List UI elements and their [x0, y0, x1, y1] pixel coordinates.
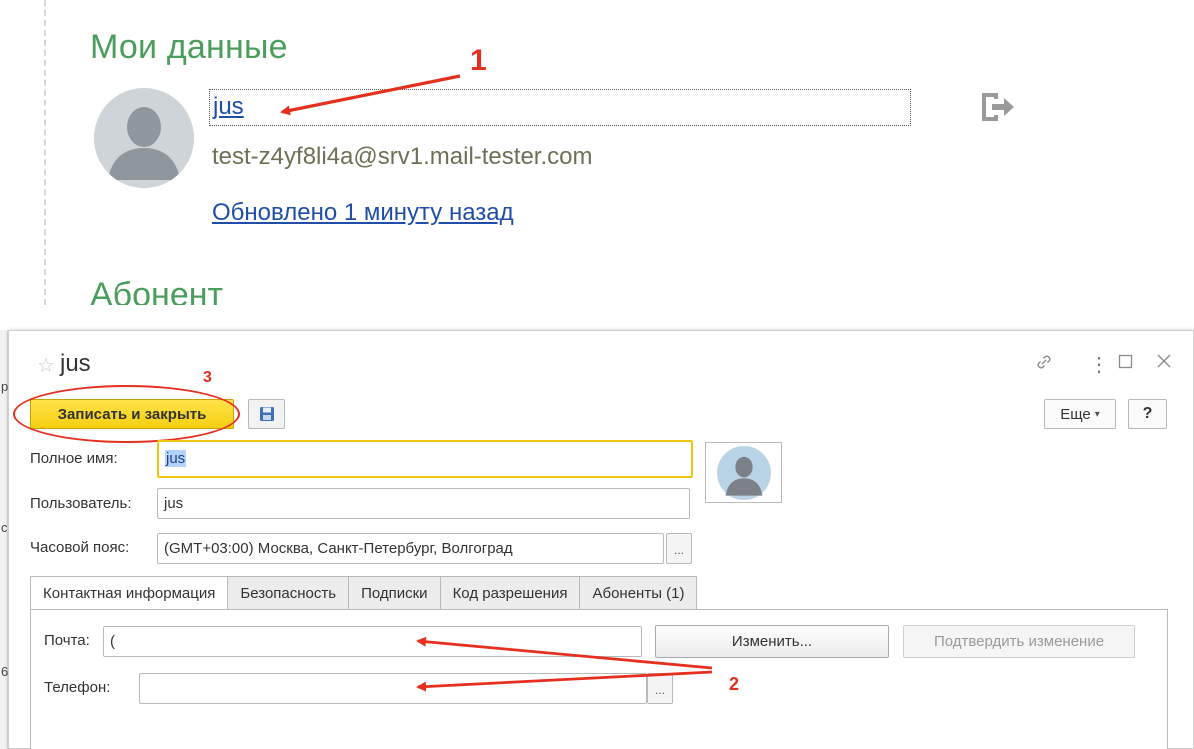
phone-select-button[interactable]: ...	[647, 673, 673, 704]
tab-contact-info[interactable]: Контактная информация	[30, 576, 229, 610]
form-tabs: Контактная информация Безопасность Подпи…	[30, 576, 698, 610]
link-icon[interactable]	[1034, 352, 1054, 378]
user-avatar	[94, 88, 194, 188]
save-button[interactable]	[248, 399, 285, 429]
user-name-link[interactable]: jus	[213, 93, 244, 121]
dashed-divider	[44, 0, 46, 305]
subscriber-heading: Абонент	[90, 276, 224, 305]
tab-subscriptions[interactable]: Подписки	[349, 576, 441, 610]
strip-char: с	[1, 520, 8, 535]
help-button[interactable]: ?	[1128, 399, 1167, 429]
more-button[interactable]: Еще ▾	[1044, 399, 1116, 429]
annotation-number-1: 1	[470, 44, 487, 77]
person-icon	[94, 88, 194, 188]
profile-panel: Мои данные jus test-z4yf8li4a@srv1.mail-…	[0, 0, 1194, 305]
full-name-value: jus	[165, 450, 187, 467]
timezone-select-button[interactable]: ...	[666, 533, 692, 564]
change-mail-button[interactable]: Изменить...	[655, 625, 889, 658]
more-button-label: Еще	[1060, 405, 1091, 423]
close-icon[interactable]	[1156, 352, 1172, 376]
annotation-number-2: 2	[729, 674, 740, 694]
logout-icon[interactable]	[978, 89, 1016, 125]
confirm-change-button[interactable]: Подтвердить изменение	[903, 625, 1135, 658]
mail-input[interactable]: (	[103, 626, 642, 657]
phone-input[interactable]	[139, 673, 647, 704]
user-email: test-z4yf8li4a@srv1.mail-tester.com	[212, 143, 593, 170]
mail-label: Почта:	[44, 632, 90, 649]
user-label: Пользователь:	[30, 495, 132, 512]
tab-permission-code[interactable]: Код разрешения	[440, 576, 581, 610]
user-photo[interactable]	[705, 442, 782, 503]
more-vertical-icon[interactable]: ⋮	[1089, 352, 1109, 377]
floppy-disk-icon	[259, 407, 274, 421]
updated-link[interactable]: Обновлено 1 минуту назад	[212, 199, 514, 227]
full-name-label: Полное имя:	[30, 450, 118, 467]
full-name-input[interactable]: jus	[157, 440, 693, 478]
user-name-focus-box	[209, 89, 911, 126]
my-data-heading: Мои данные	[90, 28, 288, 66]
phone-label: Телефон:	[44, 679, 111, 696]
caret-down-icon: ▾	[1094, 408, 1100, 420]
form-title: jus	[60, 350, 91, 377]
tab-security[interactable]: Безопасность	[228, 576, 350, 610]
tab-subscribers[interactable]: Абоненты (1)	[580, 576, 698, 610]
favorite-star-icon[interactable]: ☆	[37, 353, 55, 378]
annotation-number-3: 3	[203, 369, 212, 386]
person-icon	[716, 445, 771, 500]
timezone-label: Часовой пояс:	[30, 539, 130, 556]
background-window-strip: р с 6	[0, 330, 8, 749]
user-input[interactable]: jus	[157, 488, 690, 519]
maximize-icon[interactable]	[1118, 352, 1134, 376]
timezone-input[interactable]: (GMT+03:00) Москва, Санкт-Петербург, Вол…	[157, 533, 664, 564]
annotation-ellipse	[13, 385, 240, 443]
